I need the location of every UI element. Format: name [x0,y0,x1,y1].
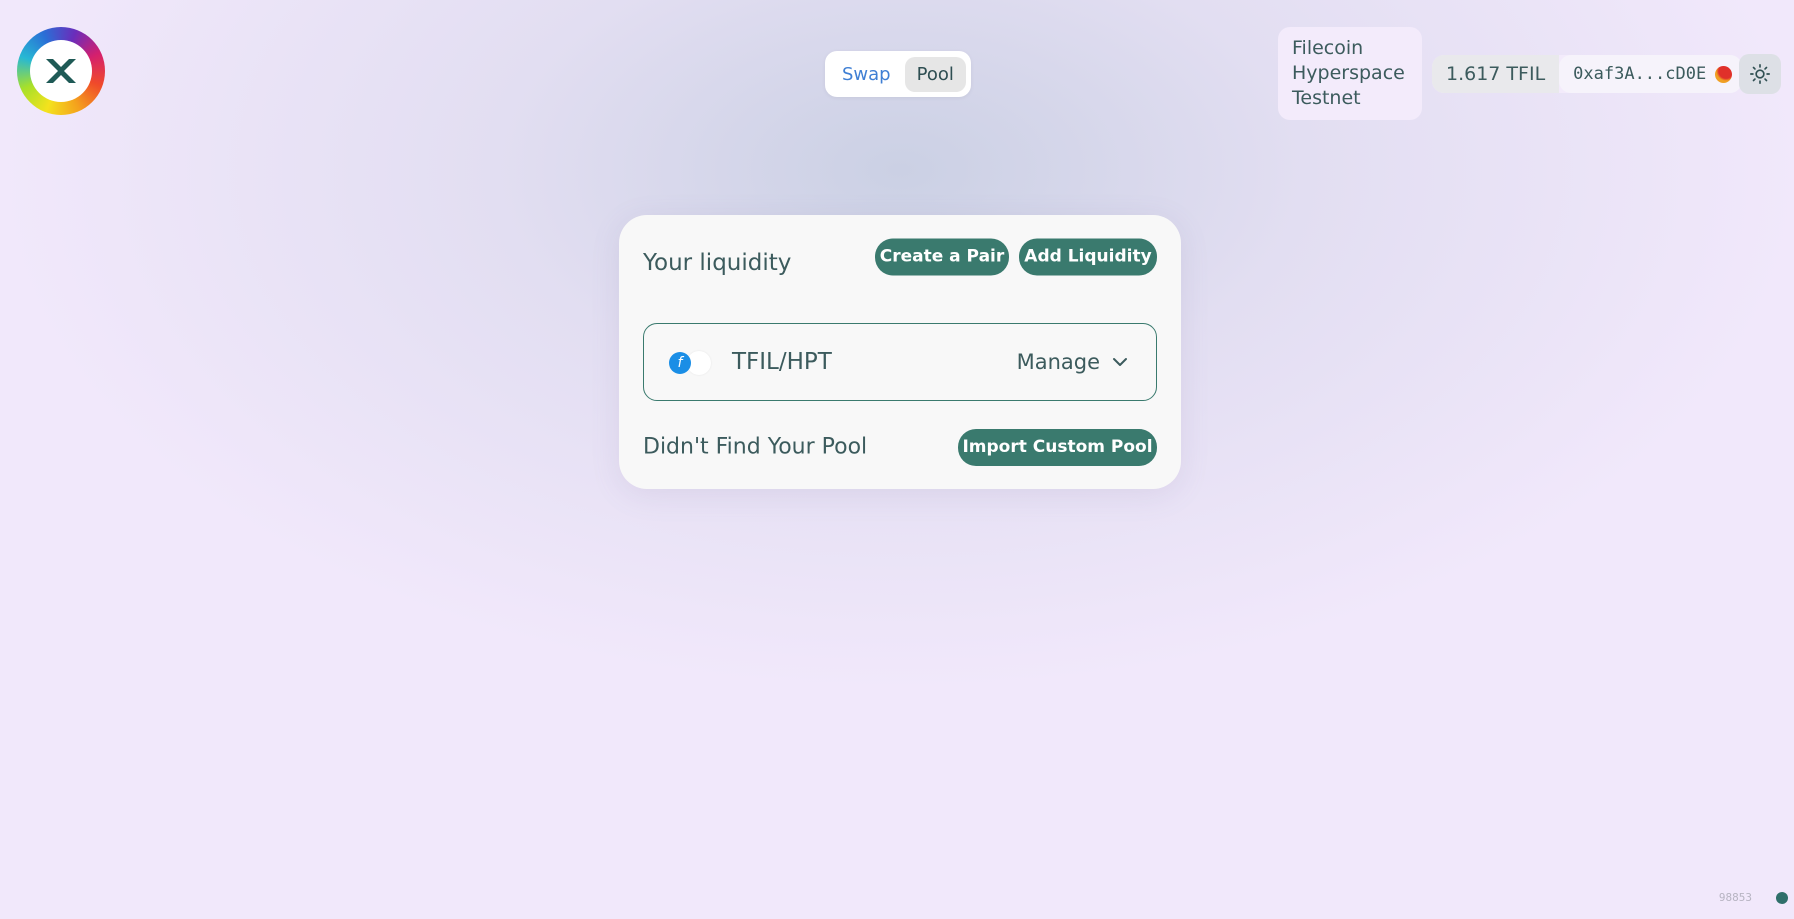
theme-toggle-button[interactable] [1739,54,1781,94]
pool-not-found-text: Didn't Find Your Pool [643,434,868,460]
network-name-line-2: Hyperspace [1292,62,1405,84]
liquidity-title: Your liquidity [643,250,792,276]
filecoin-icon: f [669,352,691,374]
manage-label: Manage [1016,350,1100,374]
app-logo[interactable] [17,27,105,115]
block-number: 98853 [1718,891,1752,904]
chevron-down-icon [1113,358,1127,366]
pair-name: TFIL/HPT [732,349,832,375]
add-liquidity-button[interactable]: Add Liquidity [1019,238,1157,276]
network-selector[interactable]: Filecoin Hyperspace Testnet [1278,27,1422,120]
sun-icon [1750,64,1770,84]
tab-pool[interactable]: Pool [904,56,966,92]
network-name-line-3: Testnet [1292,87,1361,109]
manage-button[interactable]: Manage [1017,350,1128,374]
status-dot-icon [1776,892,1788,904]
nav-tabs: Swap Pool [825,51,971,97]
create-pair-button[interactable]: Create a Pair [875,238,1009,276]
network-name-line-1: Filecoin [1292,37,1364,59]
import-custom-pool-button[interactable]: Import Custom Pool [958,429,1157,466]
wallet-address-button[interactable]: 0xaf3A...cD0E [1559,55,1743,93]
tab-swap[interactable]: Swap [830,57,903,92]
wallet-balance: 1.617 TFIL [1432,55,1560,93]
liquidity-card: Your liquidity Create a Pair Add Liquidi… [619,215,1181,489]
wallet-address: 0xaf3A...cD0E [1573,64,1707,84]
account-avatar-icon [1715,65,1733,83]
x-logo-icon [30,40,92,102]
pair-row-tfil-hpt[interactable]: f TFIL/HPT Manage [643,323,1157,401]
wallet-panel: 1.617 TFIL 0xaf3A...cD0E [1432,55,1743,93]
